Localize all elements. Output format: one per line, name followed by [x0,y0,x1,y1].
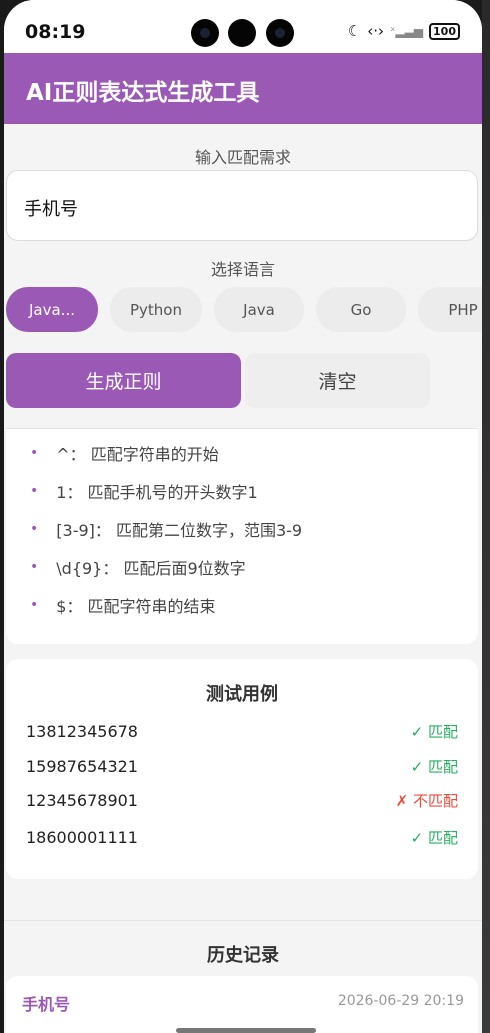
test-row: 18600001111 ✓ 匹配 [26,827,458,848]
history-item[interactable]: 手机号 2026-06-29 20:19 [6,976,478,1033]
bullet-icon: • [30,445,39,461]
phone-screen: 08:19 ☾ ‹·› ˣ▂▃▅ 100 AI正则表达式生成工具 输入匹配需求 … [4,0,482,1033]
data-transfer-icon: ‹·› [367,22,385,40]
history-item-name: 手机号 [22,995,71,1014]
history-item-time: 2026-06-29 20:19 [337,993,464,1009]
test-result: ✓ 匹配 [410,829,458,847]
language-label: 选择语言 [210,260,275,279]
home-indicator[interactable] [176,1028,316,1033]
status-time: 08:19 [25,21,86,43]
status-bar: 08:19 ☾ ‹·› ˣ▂▃▅ 100 [4,0,482,53]
input-label: 输入匹配需求 [194,148,291,167]
device-edge [482,0,490,1033]
test-number: 18600001111 [26,828,138,847]
test-result: ✓ 匹配 [410,723,458,741]
explanation-item: • 1： 匹配手机号的开头数字1 [30,483,258,502]
generate-regex-button[interactable]: 生成正则 [6,353,241,408]
explanation-item: • \d{9}： 匹配后面9位数字 [30,559,246,578]
language-chip-go[interactable]: Go [316,287,406,332]
front-camera-icon [191,19,219,47]
explanation-item: • [3-9]： 匹配第二位数字，范围3-9 [30,521,303,540]
bullet-icon: • [30,483,39,499]
bullet-icon: • [30,597,39,613]
moon-icon: ☾ [347,22,362,40]
status-icons: ☾ ‹·› ˣ▂▃▅ 100 [348,22,460,40]
regex-explanation-card: • ^： 匹配字符串的开始 • 1： 匹配手机号的开头数字1 • [3-9]： 匹配第… [6,428,478,644]
explanation-item: • ^： 匹配字符串的开始 [30,445,219,464]
bullet-icon: • [30,559,39,575]
test-cases-card: 测试用例 13812345678 ✓ 匹配 15987654321 ✓ 匹配 1… [6,659,478,879]
explanation-item: • $： 匹配字符串的结束 [30,597,216,616]
front-sensor-icon [228,19,256,47]
clear-button[interactable]: 清空 [245,353,430,408]
language-chip-java[interactable]: Java [214,287,304,332]
test-row: 12345678901 ✗ 不匹配 [26,790,458,811]
history-section: 历史记录 [4,920,482,966]
test-number: 15987654321 [26,757,138,776]
test-result: ✓ 匹配 [410,758,458,776]
language-chip-selected[interactable]: Java... [6,287,98,332]
test-number: 13812345678 [26,722,138,741]
requirement-input[interactable]: 手机号 [6,170,478,241]
history-title: 历史记录 [207,945,279,966]
front-camera-icon [266,19,294,47]
language-chip-python[interactable]: Python [110,287,202,332]
test-cases-title: 测试用例 [206,684,278,705]
test-row: 15987654321 ✓ 匹配 [26,756,458,777]
app-bar: AI正则表达式生成工具 [4,53,482,124]
app-title: AI正则表达式生成工具 [26,80,260,106]
signal-icon: ˣ▂▃▅ [390,24,424,38]
language-selector: Java... Python Java Go PHP [6,287,482,332]
language-chip-php[interactable]: PHP [418,287,482,332]
bullet-icon: • [30,521,39,537]
test-number: 12345678901 [26,791,138,810]
test-row: 13812345678 ✓ 匹配 [26,721,458,742]
battery-icon: 100 [429,22,460,40]
test-result: ✗ 不匹配 [395,792,458,810]
